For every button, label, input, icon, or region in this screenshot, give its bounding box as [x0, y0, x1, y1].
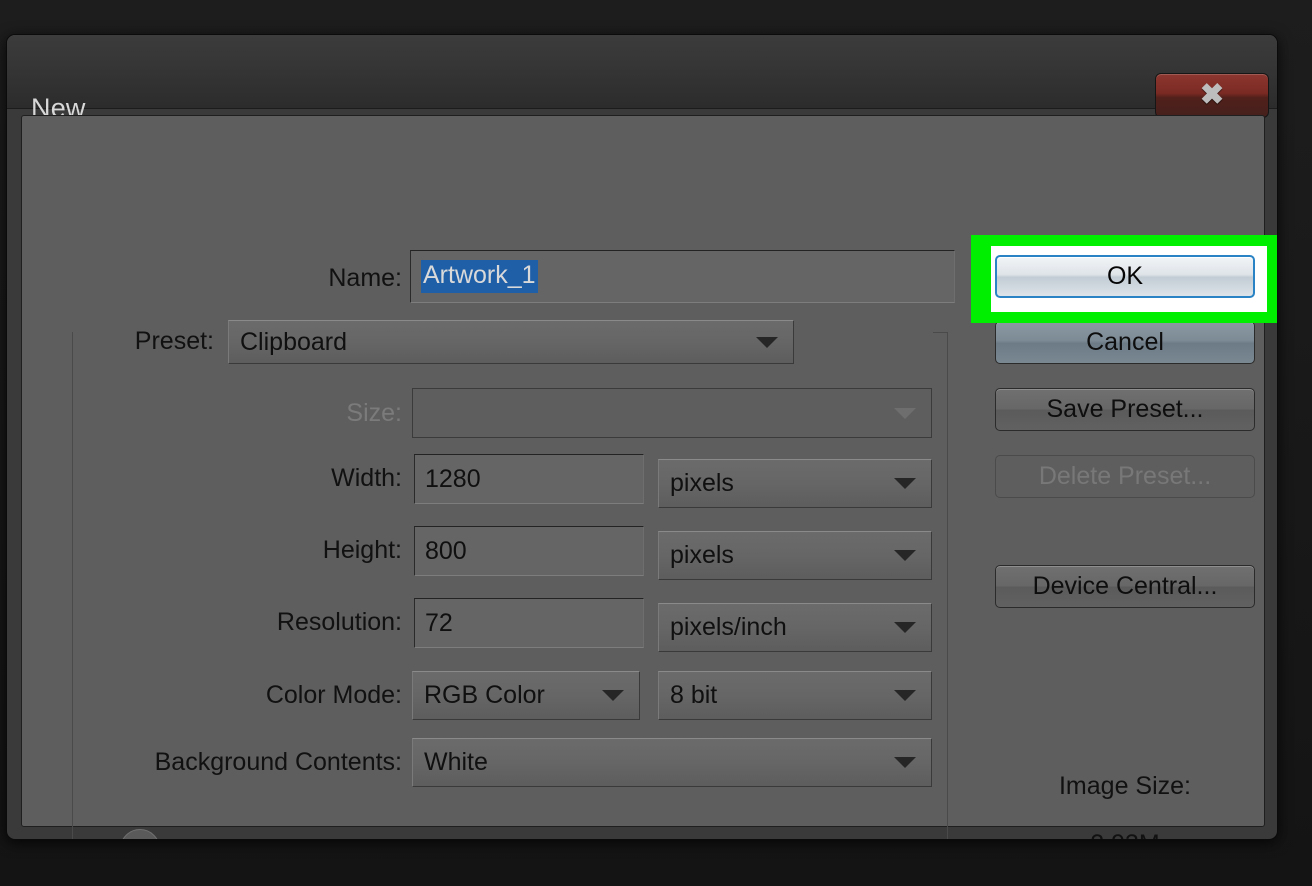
- ok-button[interactable]: OK: [995, 255, 1255, 298]
- delete-preset-button-label: Delete Preset...: [1039, 464, 1211, 489]
- height-label: Height:: [142, 538, 402, 563]
- device-central-button[interactable]: Device Central...: [995, 565, 1255, 608]
- name-label: Name:: [182, 266, 402, 291]
- width-input[interactable]: 1280: [414, 454, 644, 504]
- resolution-input-value: 72: [425, 611, 453, 636]
- chevron-down-icon: [894, 550, 916, 561]
- size-dropdown: [412, 388, 932, 438]
- width-unit-dropdown[interactable]: pixels: [658, 459, 932, 508]
- height-input[interactable]: 800: [414, 526, 644, 576]
- close-x-icon: ✖: [1200, 81, 1224, 110]
- chevron-down-icon: [894, 478, 916, 489]
- width-unit-value: pixels: [659, 471, 894, 496]
- color-mode-value: RGB Color: [413, 683, 602, 708]
- cancel-button-label: Cancel: [1086, 330, 1164, 355]
- device-central-button-label: Device Central...: [1033, 574, 1218, 599]
- preset-label: Preset:: [22, 329, 214, 354]
- name-input[interactable]: Artwork_1: [410, 250, 955, 303]
- width-label: Width:: [142, 466, 402, 491]
- save-preset-button-label: Save Preset...: [1046, 397, 1203, 422]
- chevron-down-icon: [602, 690, 624, 701]
- chevron-down-icon: [894, 757, 916, 768]
- image-size-value: 2.93M: [995, 832, 1255, 840]
- save-preset-button[interactable]: Save Preset...: [995, 388, 1255, 431]
- width-input-value: 1280: [425, 467, 481, 492]
- height-unit-dropdown[interactable]: pixels: [658, 531, 932, 580]
- resolution-label: Resolution:: [142, 610, 402, 635]
- size-label: Size:: [142, 401, 402, 426]
- chevron-down-icon: [894, 690, 916, 701]
- image-size-label: Image Size:: [995, 774, 1255, 799]
- dialog-body: Name: Artwork_1 Preset: Clipboard Size: …: [21, 115, 1265, 827]
- close-button[interactable]: ✖: [1155, 73, 1269, 118]
- preset-dropdown[interactable]: Clipboard: [228, 320, 794, 364]
- color-mode-label: Color Mode:: [142, 683, 402, 708]
- height-input-value: 800: [425, 539, 467, 564]
- delete-preset-button: Delete Preset...: [995, 455, 1255, 498]
- color-mode-dropdown[interactable]: RGB Color: [412, 671, 640, 720]
- advanced-label: Advanced: [172, 837, 283, 840]
- cancel-button[interactable]: Cancel: [995, 321, 1255, 364]
- resolution-input[interactable]: 72: [414, 598, 644, 648]
- background-contents-dropdown[interactable]: White: [412, 738, 932, 787]
- chevron-down-icon: [894, 408, 916, 419]
- color-depth-value: 8 bit: [659, 683, 894, 708]
- chevron-down-icon: [894, 622, 916, 633]
- background-contents-value: White: [413, 750, 894, 775]
- resolution-unit-dropdown[interactable]: pixels/inch: [658, 603, 932, 652]
- ok-button-label: OK: [1107, 264, 1143, 289]
- chevron-down-icon: [756, 337, 778, 348]
- double-chevron-down-icon: [129, 838, 151, 840]
- resolution-unit-value: pixels/inch: [659, 615, 894, 640]
- color-depth-dropdown[interactable]: 8 bit: [658, 671, 932, 720]
- name-input-value: Artwork_1: [421, 260, 538, 293]
- preset-dropdown-value: Clipboard: [229, 330, 756, 355]
- dialog-titlebar[interactable]: New ✖: [7, 35, 1277, 109]
- height-unit-value: pixels: [659, 543, 894, 568]
- new-document-dialog: New ✖ Name: Artwork_1 Preset: Clipboard …: [6, 34, 1278, 840]
- background-contents-label: Background Contents:: [32, 750, 402, 775]
